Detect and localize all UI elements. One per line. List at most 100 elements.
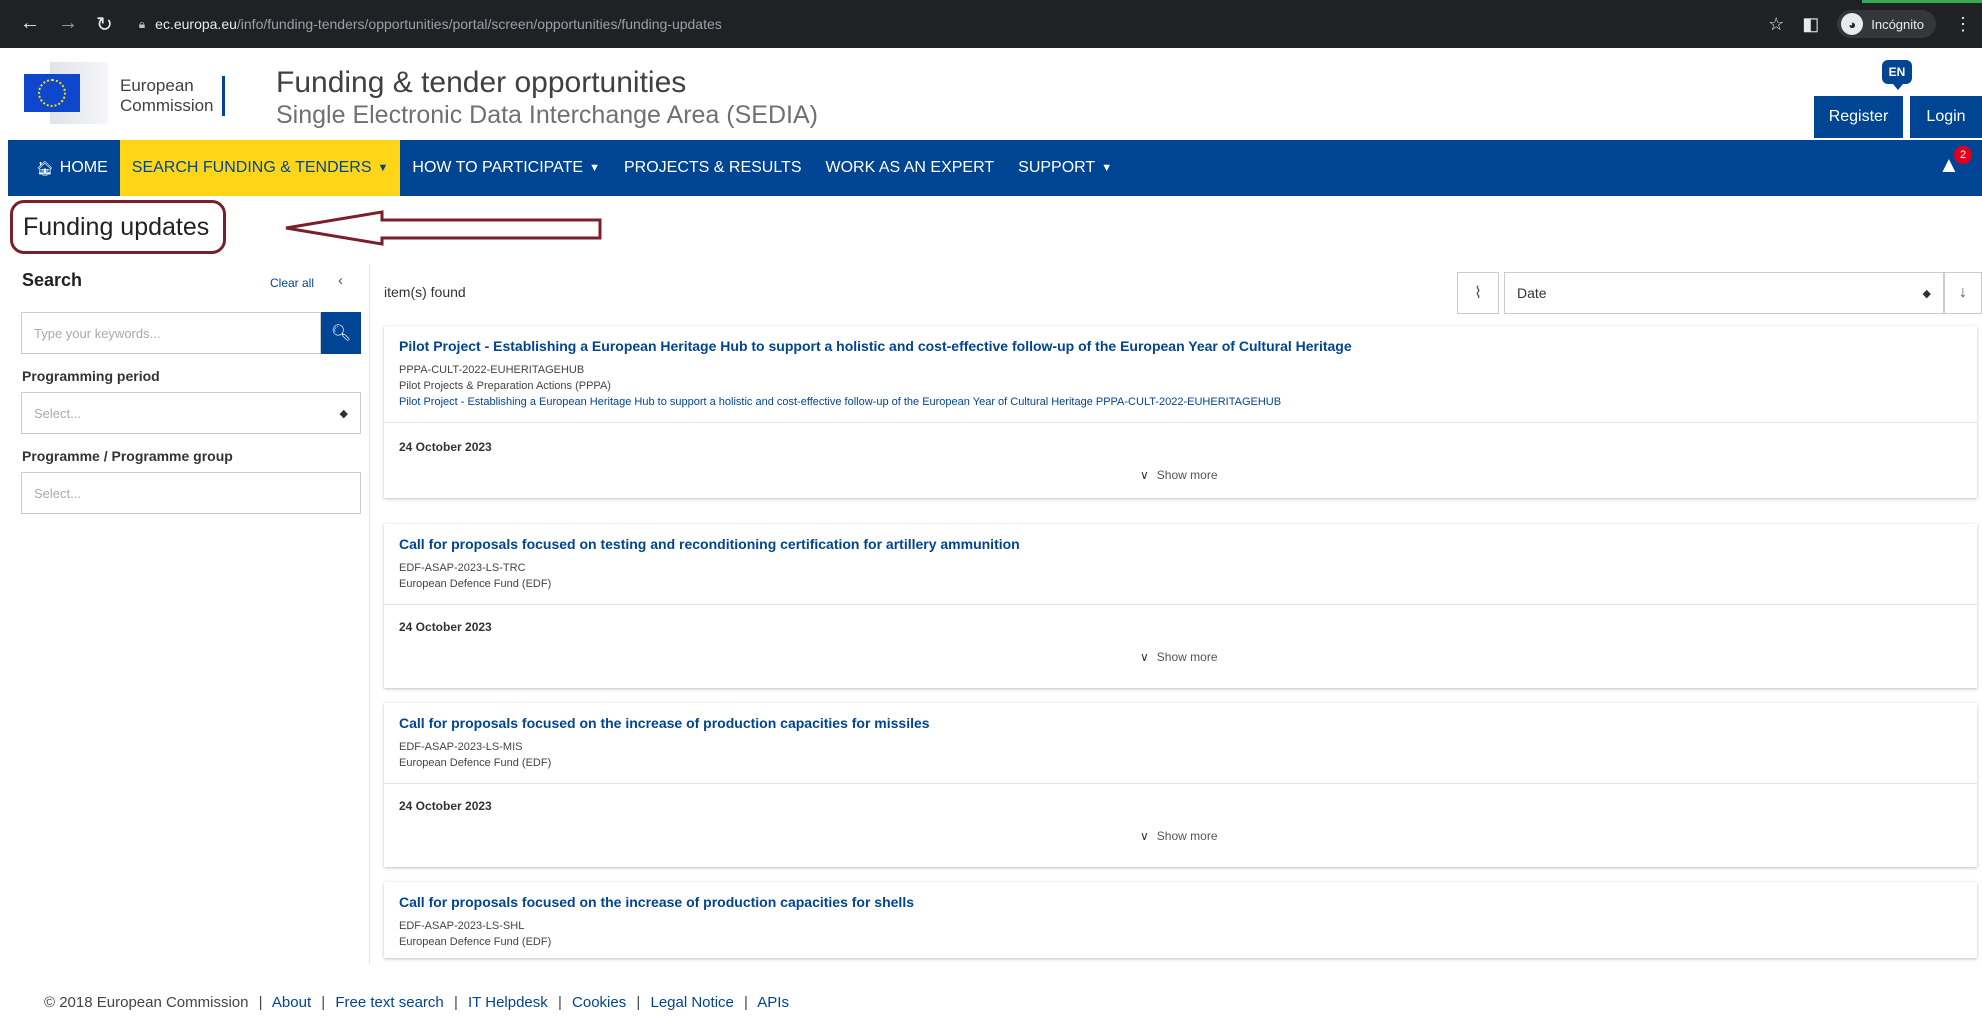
footer-link-legal-notice[interactable]: Legal Notice: [650, 994, 733, 1011]
page-title: Funding updates: [23, 212, 210, 241]
nav-search-funding[interactable]: SEARCH FUNDING & TENDERS ▼: [119, 140, 401, 196]
footer-link-free-text-search[interactable]: Free text search: [335, 994, 443, 1011]
items-found-text: item(s) found: [384, 284, 466, 300]
rss-icon: ⌇: [1474, 285, 1482, 302]
chevron-down-icon: ∨: [1140, 829, 1149, 843]
forward-icon[interactable]: →: [58, 12, 78, 37]
site-header: European Commission Funding & tender opp…: [0, 48, 1982, 140]
address-bar[interactable]: 🔒︎ ec.europa.eu/info/funding-tenders/opp…: [139, 16, 722, 32]
result-title-link[interactable]: Call for proposals focused on the increa…: [399, 715, 930, 731]
select-arrows-icon: ◆: [339, 407, 348, 420]
incognito-badge[interactable]: ◕ Incógnito: [1837, 10, 1936, 38]
footer-separator: |: [744, 994, 748, 1011]
card-divider: [384, 604, 1977, 605]
footer-copyright: © 2018 European Commission: [44, 994, 249, 1011]
footer-separator: |: [636, 994, 641, 1011]
show-more-button[interactable]: ∨ Show more: [1140, 650, 1218, 664]
result-title-link[interactable]: Call for proposals focused on testing an…: [399, 536, 1020, 552]
main-navigation: 🏠︎ HOME SEARCH FUNDING & TENDERS ▼ HOW T…: [8, 140, 1982, 196]
language-selector[interactable]: EN: [1882, 60, 1912, 90]
result-date: 24 October 2023: [399, 440, 492, 454]
arrow-down-icon: ↓: [1959, 284, 1967, 301]
caret-down-icon: ▼: [589, 162, 600, 174]
ec-logo[interactable]: European Commission: [20, 62, 225, 124]
chevron-down-icon: ∨: [1140, 468, 1149, 482]
incognito-icon: ◕: [1841, 13, 1864, 35]
browser-toolbar: ← → ↻ 🔒︎ ec.europa.eu/info/funding-tende…: [0, 0, 1982, 48]
register-button[interactable]: Register: [1814, 96, 1903, 138]
page-title-highlight: Funding updates: [10, 200, 226, 254]
result-code: EDF-ASAP-2023-LS-TRC: [399, 562, 526, 574]
result-card: Call for proposals focused on the increa…: [384, 882, 1977, 958]
footer-link-about[interactable]: About: [272, 994, 311, 1011]
search-button[interactable]: 🔍︎: [321, 312, 361, 354]
sidebar-heading: Search: [22, 270, 83, 290]
sort-direction-button[interactable]: ↓: [1944, 272, 1982, 314]
lock-icon: 🔒︎: [138, 16, 146, 31]
result-card: Pilot Project - Establishing a European …: [384, 326, 1977, 498]
search-sidebar: Search Clear all ‹ 🔍︎ Programming period…: [0, 264, 370, 964]
site-title: Funding & tender opportunities: [276, 66, 687, 99]
browser-actions: ☆ ◧ ◕ Incógnito ⋮: [1768, 0, 1972, 48]
nav-home-label: HOME: [59, 159, 108, 176]
result-programme: European Defence Fund (EDF): [399, 757, 552, 769]
footer-separator: |: [258, 994, 263, 1011]
show-more-button[interactable]: ∨ Show more: [1140, 829, 1218, 843]
sort-value: Date: [1517, 285, 1547, 301]
programme-group-select[interactable]: Select...: [21, 472, 361, 514]
side-panel-icon[interactable]: ◧: [1802, 14, 1819, 35]
login-button[interactable]: Login: [1910, 96, 1982, 138]
result-description: Pilot Project - Establishing a European …: [399, 396, 1282, 408]
annotation-arrow-shape: [285, 210, 602, 246]
nav-how-to-participate[interactable]: HOW TO PARTICIPATE ▼: [400, 140, 612, 196]
select-arrows-icon: ◆: [1922, 287, 1931, 300]
footer-link-it-helpdesk[interactable]: IT Helpdesk: [468, 994, 548, 1011]
caret-down-icon: ▼: [377, 162, 389, 174]
rss-feed-button[interactable]: ⌇: [1457, 272, 1499, 314]
result-code: EDF-ASAP-2023-LS-MIS: [399, 741, 523, 753]
nav-support-label: SUPPORT: [1018, 159, 1096, 176]
annotation-arrow: [285, 210, 602, 246]
alert-count-badge: 2: [1954, 146, 1972, 164]
bookmark-star-icon[interactable]: ☆: [1768, 14, 1784, 35]
chevron-down-icon: ∨: [1140, 650, 1149, 664]
footer-separator: |: [557, 994, 562, 1011]
result-title-link[interactable]: Pilot Project - Establishing a European …: [399, 338, 1352, 354]
result-date: 24 October 2023: [399, 620, 492, 634]
eu-stars: [38, 79, 66, 107]
result-card: Call for proposals focused on the increa…: [384, 703, 1977, 867]
result-programme: European Defence Fund (EDF): [399, 578, 552, 590]
programming-period-select[interactable]: Select... ◆: [21, 392, 361, 434]
footer-link-cookies[interactable]: Cookies: [572, 994, 626, 1011]
incognito-label: Incógnito: [1871, 16, 1924, 32]
result-code: PPPA-CULT-2022-EUHERITAGEHUB: [399, 364, 585, 376]
collapse-sidebar-icon[interactable]: ‹: [338, 272, 343, 289]
card-divider: [384, 783, 1977, 784]
ec-line1: European: [120, 76, 194, 95]
alerts-icon[interactable]: ▲ 2: [1938, 146, 1972, 182]
nav-support[interactable]: SUPPORT ▼: [1006, 140, 1124, 196]
footer-link-apis[interactable]: APIs: [757, 994, 789, 1011]
nav-projects-results[interactable]: PROJECTS & RESULTS: [612, 140, 814, 196]
reload-icon[interactable]: ↻: [96, 12, 113, 37]
nav-projects-label: PROJECTS & RESULTS: [623, 159, 802, 176]
nav-participate-label: HOW TO PARTICIPATE: [412, 159, 584, 176]
nav-search-label: SEARCH FUNDING & TENDERS: [131, 159, 372, 176]
ec-line2: Commission: [120, 96, 214, 115]
result-date: 24 October 2023: [399, 799, 492, 813]
programming-period-label: Programming period: [22, 368, 160, 384]
ec-logo-text: European Commission: [120, 70, 214, 116]
browser-menu-icon[interactable]: ⋮: [1954, 14, 1972, 35]
show-more-button[interactable]: ∨ Show more: [1140, 468, 1218, 482]
keyword-search-input[interactable]: [21, 312, 321, 354]
nav-home[interactable]: 🏠︎ HOME: [8, 140, 120, 196]
result-code: EDF-ASAP-2023-LS-SHL: [399, 920, 525, 932]
site-subtitle: Single Electronic Data Interchange Area …: [276, 101, 818, 129]
result-title-link[interactable]: Call for proposals focused on the increa…: [399, 894, 914, 910]
back-icon[interactable]: ←: [20, 12, 40, 37]
caret-down-icon: ▼: [1101, 162, 1113, 174]
clear-all-link[interactable]: Clear all: [270, 276, 314, 290]
result-programme: European Defence Fund (EDF): [399, 936, 552, 948]
nav-work-as-expert[interactable]: WORK AS AN EXPERT: [814, 140, 1007, 196]
sort-select[interactable]: Date ◆: [1504, 272, 1944, 314]
